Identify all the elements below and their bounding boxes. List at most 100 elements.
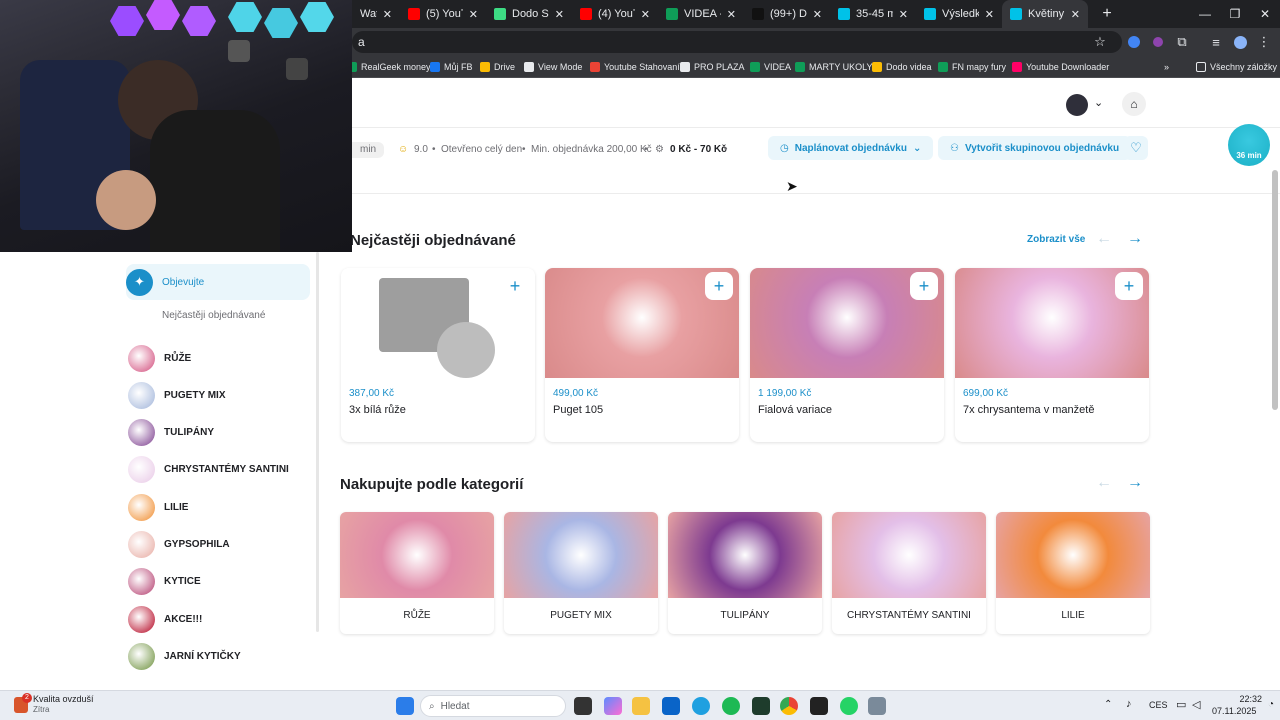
minimize-button[interactable]: —	[1190, 0, 1220, 28]
sidebar-category-item[interactable]: GYPSOPHILA	[126, 527, 310, 563]
arrow-right-icon[interactable]: →	[1124, 472, 1146, 494]
maximize-button[interactable]: ❐	[1220, 0, 1250, 28]
menu-icon[interactable]: ⋮	[1256, 34, 1272, 50]
microphone-icon[interactable]: ♪	[1126, 698, 1132, 710]
schedule-order-button[interactable]: ◷ Naplánovat objednávku ⌄	[768, 136, 934, 160]
see-all-link[interactable]: Zobrazit vše	[1027, 234, 1085, 245]
user-avatar[interactable]	[1066, 94, 1088, 116]
bookmark-item[interactable]: Dodo videa	[872, 60, 932, 74]
volume-icon[interactable]: ◁	[1192, 698, 1200, 711]
sidebar-category-item[interactable]: AKCE!!!	[126, 601, 310, 637]
arrow-left-icon[interactable]: ←	[1093, 472, 1115, 494]
extension-icon[interactable]	[1150, 34, 1166, 50]
start-button[interactable]	[396, 697, 414, 715]
epic-games-icon[interactable]	[810, 697, 828, 715]
product-card[interactable]: +387,00 Kč 3x bílá růže	[341, 268, 535, 442]
browser-tab[interactable]: (4) YouTube ✕	[572, 0, 658, 28]
browser-tab[interactable]: Květiny non ✕	[1002, 0, 1088, 28]
category-card[interactable]: RŮŽE	[340, 512, 494, 634]
category-card[interactable]: CHRYSTANTÉMY SANTINI	[832, 512, 986, 634]
product-card[interactable]: +699,00 Kč 7x chrysantema v manžetě	[955, 268, 1149, 442]
sidebar-item-discover[interactable]: ✦ Objevujte	[126, 264, 310, 300]
tab-close-icon[interactable]: ✕	[727, 8, 736, 21]
group-order-button[interactable]: ⚇ Vytvořit skupinovou objednávku	[938, 136, 1132, 160]
add-to-cart-button[interactable]: +	[910, 272, 938, 300]
sidebar-category-item[interactable]: JARNÍ KYTIČKY	[126, 638, 310, 674]
bookmark-item[interactable]: Můj FB	[430, 60, 473, 74]
close-window-button[interactable]: ✕	[1250, 0, 1280, 28]
chevron-down-icon[interactable]: ⌄	[1094, 96, 1103, 109]
bookmark-item[interactable]: RealGeek money	[347, 60, 431, 74]
browser-tab[interactable]: VIDEA - DO ✕	[658, 0, 744, 28]
taskbar-search[interactable]: ⌕ Hledat	[420, 695, 566, 717]
page-scrollbar[interactable]	[1272, 170, 1278, 410]
bookmark-item[interactable]: FN mapy fury	[938, 60, 1006, 74]
bookmarks-more-button[interactable]: »	[1164, 60, 1169, 74]
sidebar-category-item[interactable]: LILIE	[126, 489, 310, 525]
add-to-cart-button[interactable]: +	[705, 272, 733, 300]
tab-close-icon[interactable]: ✕	[1071, 8, 1080, 21]
clock-time[interactable]: 22:32	[1222, 694, 1262, 704]
bookmark-item[interactable]: VIDEA	[750, 60, 791, 74]
tab-close-icon[interactable]: ✕	[555, 8, 564, 21]
tab-close-icon[interactable]: ✕	[383, 8, 392, 21]
tab-close-icon[interactable]: ✕	[641, 8, 650, 21]
category-card[interactable]: TULIPÁNY	[668, 512, 822, 634]
sidebar-item-most-ordered[interactable]: Nejčastěji objednávané	[162, 310, 265, 321]
sidebar-category-item[interactable]: PUGETY MIX	[126, 377, 310, 413]
bookmark-item[interactable]: Drive	[480, 60, 515, 74]
delivery-time-badge[interactable]: 36 min	[1228, 124, 1270, 166]
tab-close-icon[interactable]: ✕	[813, 8, 822, 21]
sidebar-category-item[interactable]: TULIPÁNY	[126, 415, 310, 451]
favorite-heart-icon[interactable]: ♡	[1124, 136, 1148, 160]
sidebar-category-item[interactable]: KYTICE	[126, 564, 310, 600]
file-explorer-icon[interactable]	[632, 697, 650, 715]
media-icon[interactable]: ≡	[1208, 34, 1224, 50]
calculator-icon[interactable]	[868, 697, 886, 715]
url-field[interactable]: a	[352, 31, 1122, 53]
new-tab-button[interactable]: +	[1098, 5, 1116, 23]
terminal-icon[interactable]	[752, 697, 770, 715]
chevron-up-icon[interactable]: ⌃	[1104, 699, 1112, 710]
browser-tab[interactable]: Výsledky hle ✕	[916, 0, 1002, 28]
bookmark-item[interactable]: Youtube Downloader	[1012, 60, 1109, 74]
puzzle-icon[interactable]: ⧉	[1174, 34, 1190, 50]
tab-close-icon[interactable]: ✕	[985, 8, 994, 21]
sidebar-category-item[interactable]: CHRYSTANTÉMY SANTINI	[126, 452, 310, 488]
browser-tab[interactable]: 35-45 min - ✕	[830, 0, 916, 28]
network-icon[interactable]: ▭	[1176, 698, 1186, 711]
bookmark-item[interactable]: View Mode	[524, 60, 582, 74]
chrome-icon[interactable]	[780, 697, 798, 715]
cart-icon[interactable]: ⌂	[1122, 92, 1146, 116]
bookmark-star-icon[interactable]: ☆	[1092, 34, 1108, 50]
tab-close-icon[interactable]: ✕	[899, 8, 908, 21]
bookmark-item[interactable]: MARTY UKOLY	[795, 60, 873, 74]
arrow-left-icon[interactable]: ←	[1093, 228, 1115, 250]
tab-close-icon[interactable]: ✕	[469, 8, 478, 21]
category-card[interactable]: PUGETY MIX	[504, 512, 658, 634]
browser-tab[interactable]: Dodo Stream ✕	[486, 0, 572, 28]
product-card[interactable]: +1 199,00 Kč Fialová variace	[750, 268, 944, 442]
all-bookmarks[interactable]: Všechny záložky	[1196, 60, 1277, 74]
add-to-cart-button[interactable]: +	[1115, 272, 1143, 300]
task-view-icon[interactable]	[574, 697, 592, 715]
outlook-icon[interactable]	[662, 697, 680, 715]
notification-icon[interactable]: ◔	[1268, 699, 1274, 710]
clock-date[interactable]: 07.11.2025	[1212, 706, 1256, 716]
extension-icon[interactable]	[1126, 34, 1142, 50]
arrow-right-icon[interactable]: →	[1124, 228, 1146, 250]
edge-icon[interactable]	[692, 697, 710, 715]
spotify-icon[interactable]	[722, 697, 740, 715]
language-indicator[interactable]: CES	[1149, 700, 1168, 710]
category-card[interactable]: LILIE	[996, 512, 1150, 634]
profile-icon[interactable]	[1232, 34, 1248, 50]
browser-tab[interactable]: Watc ✕	[352, 0, 400, 28]
copilot-icon[interactable]	[604, 697, 622, 715]
add-to-cart-button[interactable]: +	[501, 272, 529, 300]
weather-title[interactable]: Kvalita ovzduší	[33, 694, 94, 704]
browser-tab[interactable]: (5) YouTube ✕	[400, 0, 486, 28]
whatsapp-icon[interactable]	[840, 697, 858, 715]
browser-tab[interactable]: (99+) Dodo ✕	[744, 0, 830, 28]
bookmark-item[interactable]: PRO PLAZA	[680, 60, 745, 74]
sidebar-category-item[interactable]: RŮŽE	[126, 340, 310, 376]
